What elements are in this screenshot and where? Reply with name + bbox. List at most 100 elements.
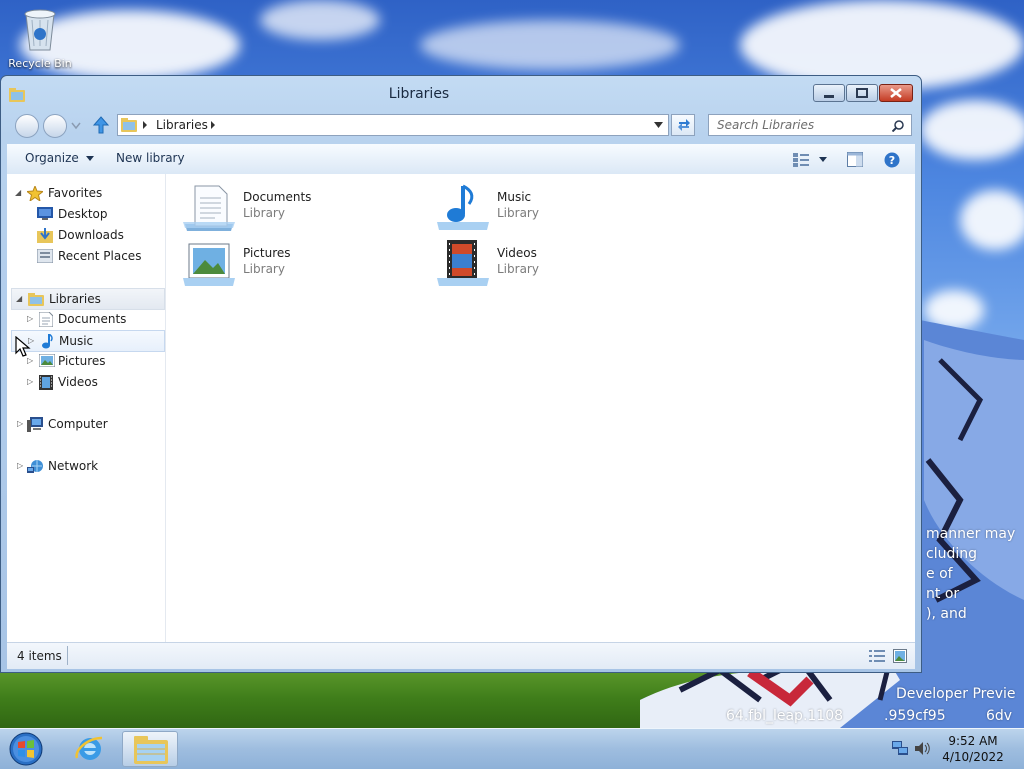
libraries-folder-icon bbox=[28, 293, 44, 306]
tree-item-pictures[interactable]: ▷ Pictures bbox=[15, 351, 163, 371]
tree-item-libraries[interactable]: ◢ Libraries bbox=[11, 288, 165, 310]
organize-button[interactable]: Organize bbox=[25, 151, 94, 165]
view-options-icon[interactable] bbox=[793, 153, 809, 167]
tree-item-label: Pictures bbox=[58, 354, 106, 368]
collapsed-arrow-icon[interactable]: ▷ bbox=[17, 414, 27, 434]
breadcrumb-libraries[interactable]: Libraries bbox=[156, 118, 208, 132]
tree-item-music[interactable]: ▷ Music bbox=[11, 330, 165, 352]
tree-item-label: Network bbox=[48, 459, 99, 473]
network-tray-icon[interactable] bbox=[892, 741, 908, 756]
recycle-bin-label: Recycle Bin bbox=[8, 57, 72, 70]
status-bar: 4 items bbox=[7, 642, 915, 669]
new-library-button[interactable]: New library bbox=[116, 151, 185, 165]
minimize-button[interactable] bbox=[813, 84, 845, 102]
tree-item-documents[interactable]: ▷ Documents bbox=[15, 309, 163, 329]
tree-item-downloads[interactable]: Downloads bbox=[15, 225, 163, 245]
back-button[interactable] bbox=[15, 114, 39, 138]
close-button[interactable] bbox=[879, 84, 913, 102]
desktop-icon bbox=[37, 207, 53, 220]
main-panes: ◢ Favorites Desktop Downloads Recent Pla… bbox=[7, 174, 915, 642]
library-type: Library bbox=[497, 206, 539, 220]
item-count: 4 items bbox=[17, 649, 62, 663]
title-bar[interactable]: Libraries bbox=[1, 76, 921, 112]
network-icon bbox=[27, 460, 43, 473]
status-divider bbox=[67, 646, 68, 665]
tree-item-computer[interactable]: ▷ Computer bbox=[15, 414, 163, 434]
volume-icon[interactable] bbox=[914, 741, 930, 756]
details-view-icon[interactable] bbox=[869, 649, 885, 663]
library-name: Music bbox=[497, 190, 532, 204]
file-list[interactable]: Documents Library Music Library Pictures… bbox=[167, 174, 915, 642]
taskbar-internet-explorer[interactable] bbox=[62, 731, 118, 767]
navigation-row: Libraries bbox=[1, 112, 921, 142]
chevron-down-icon[interactable] bbox=[819, 157, 827, 162]
clock-time: 9:52 AM bbox=[948, 734, 998, 748]
forward-button[interactable] bbox=[43, 114, 67, 138]
build-text: 64.fbl_leap.1108 bbox=[726, 708, 844, 724]
command-bar: Organize New library ? bbox=[7, 144, 915, 175]
tree-item-desktop[interactable]: Desktop bbox=[15, 204, 163, 224]
close-icon bbox=[890, 88, 902, 98]
preview-pane-icon[interactable] bbox=[847, 152, 863, 167]
clock-date: 4/10/2022 bbox=[942, 750, 1004, 764]
library-type: Library bbox=[497, 262, 539, 276]
library-videos[interactable]: Videos Library bbox=[437, 238, 677, 290]
navigation-pane[interactable]: ◢ Favorites Desktop Downloads Recent Pla… bbox=[7, 174, 166, 642]
videos-icon bbox=[39, 375, 53, 390]
minimize-icon bbox=[824, 95, 834, 98]
library-name: Pictures bbox=[243, 246, 291, 260]
organize-label: Organize bbox=[25, 151, 79, 165]
library-name: Videos bbox=[497, 246, 537, 260]
recent-places-icon bbox=[37, 249, 53, 263]
taskbar-windows-explorer[interactable] bbox=[122, 731, 178, 767]
downloads-icon bbox=[37, 228, 53, 243]
watermark-text: manner may bbox=[926, 526, 1016, 542]
system-clock[interactable]: 9:52 AM 4/10/2022 bbox=[936, 733, 1010, 765]
tree-item-recent-places[interactable]: Recent Places bbox=[15, 246, 163, 266]
search-input[interactable] bbox=[708, 114, 912, 136]
tree-item-favorites[interactable]: ◢ Favorites bbox=[15, 183, 163, 203]
expanded-arrow-icon[interactable]: ◢ bbox=[16, 289, 26, 309]
library-music[interactable]: Music Library bbox=[437, 182, 677, 234]
window-title: Libraries bbox=[388, 86, 450, 102]
search-icon[interactable] bbox=[892, 120, 904, 132]
music-note-icon bbox=[42, 334, 53, 349]
libraries-window: Libraries Libraries Search Libraries Org… bbox=[0, 75, 922, 673]
chevron-down-icon[interactable] bbox=[654, 122, 663, 128]
watermark-text: cluding bbox=[926, 546, 977, 562]
cloud bbox=[960, 190, 1024, 250]
watermark-text: e of bbox=[926, 566, 953, 582]
documents-library-icon bbox=[183, 185, 235, 231]
music-library-icon bbox=[437, 184, 489, 230]
expanded-arrow-icon[interactable]: ◢ bbox=[15, 183, 25, 203]
up-arrow-icon[interactable] bbox=[93, 116, 109, 134]
help-icon[interactable]: ? bbox=[884, 152, 900, 168]
large-icons-view-icon[interactable] bbox=[893, 649, 907, 663]
tree-item-network[interactable]: ▷ Network bbox=[15, 456, 163, 476]
taskbar: 9:52 AM 4/10/2022 bbox=[0, 728, 1024, 769]
documents-icon bbox=[39, 312, 53, 327]
refresh-icon bbox=[678, 119, 690, 131]
library-pictures[interactable]: Pictures Library bbox=[183, 238, 423, 290]
collapsed-arrow-icon[interactable]: ▷ bbox=[27, 372, 37, 392]
recent-pages-dropdown-icon[interactable] bbox=[71, 122, 81, 130]
collapsed-arrow-icon[interactable]: ▷ bbox=[17, 456, 27, 476]
start-button[interactable] bbox=[6, 731, 46, 767]
tree-item-videos[interactable]: ▷ Videos bbox=[15, 372, 163, 392]
breadcrumb-arrow-icon[interactable] bbox=[210, 121, 216, 129]
refresh-button[interactable] bbox=[671, 114, 695, 136]
tree-item-label: Documents bbox=[58, 312, 127, 326]
breadcrumb-arrow-icon[interactable] bbox=[142, 121, 148, 129]
tree-item-label: Libraries bbox=[49, 292, 101, 306]
address-bar[interactable]: Libraries bbox=[117, 114, 669, 136]
maximize-button[interactable] bbox=[846, 84, 878, 102]
recycle-bin-icon bbox=[24, 9, 56, 51]
recycle-bin-shortcut[interactable]: Recycle Bin bbox=[6, 6, 74, 70]
library-name: Documents bbox=[243, 190, 312, 204]
svg-text:?: ? bbox=[889, 154, 895, 167]
watermark-text: ), and bbox=[926, 606, 967, 622]
library-documents[interactable]: Documents Library bbox=[183, 182, 423, 234]
tree-item-label: Videos bbox=[58, 375, 98, 389]
collapsed-arrow-icon[interactable]: ▷ bbox=[27, 309, 37, 329]
watermark-text: nt or bbox=[926, 586, 960, 602]
